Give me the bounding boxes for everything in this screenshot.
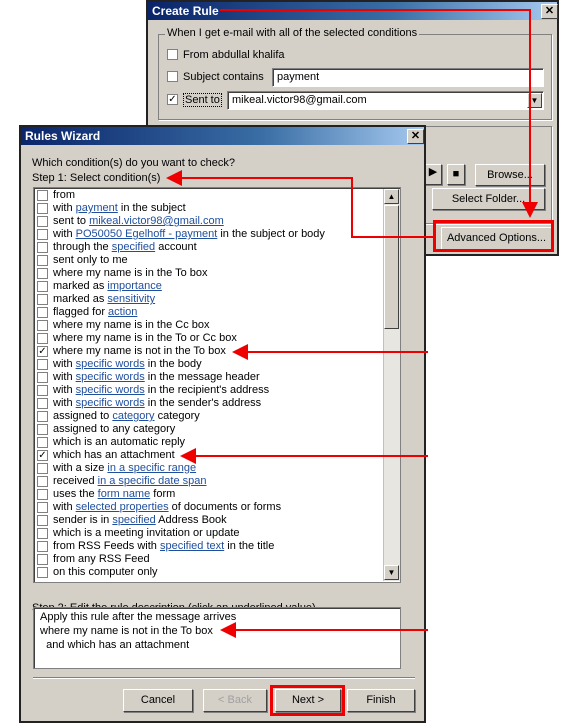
arrow-advanced-to-step1: [166, 170, 434, 238]
annotation-arrows: [166, 9, 538, 638]
arrow-title-to-advanced: [220, 9, 538, 218]
